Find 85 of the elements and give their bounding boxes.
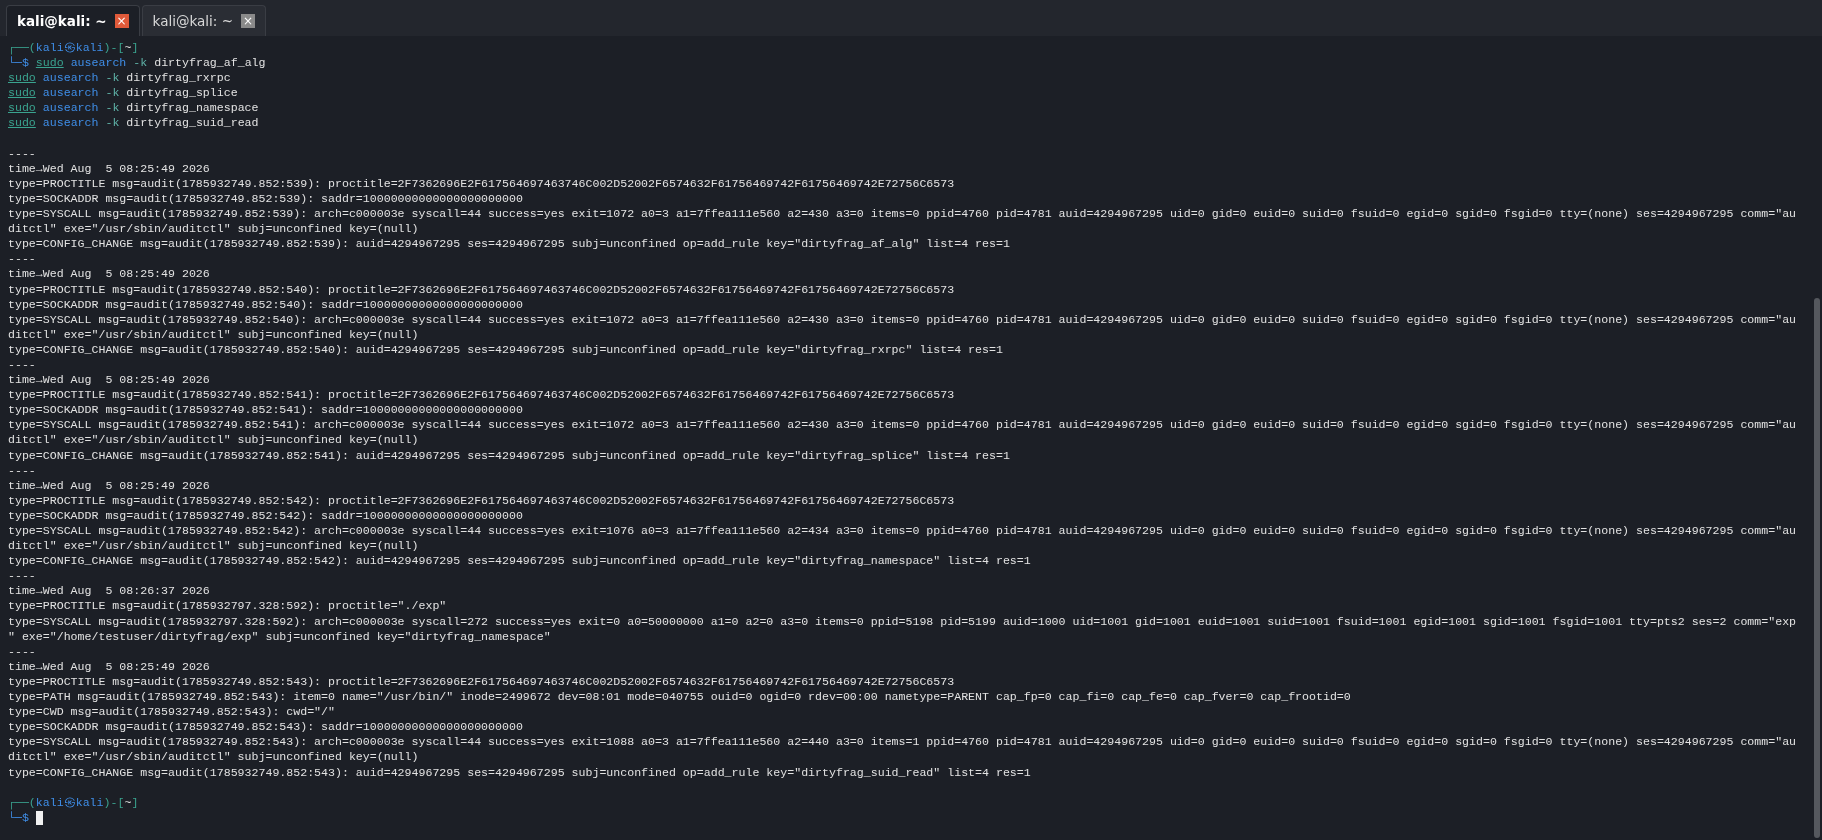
output-line: type=SOCKADDR msg=audit(1785932749.852:539): saddr=10000000000000000000000 xyxy=(8,190,524,207)
prompt-text: ] xyxy=(131,795,139,809)
separator-text: ---- xyxy=(8,356,37,373)
output-line: type=PROCTITLE msg=audit(1785932749.852:541): proctitle=2F7362696E2F617564697463746C002D52002F6574632F61756469742F61756469742E72756C6573 xyxy=(8,387,956,403)
scrollbar-thumb[interactable] xyxy=(1814,298,1820,838)
output-line: time→Wed Aug 5 08:25:49 2026 xyxy=(8,372,211,388)
output-line: time→Wed Aug 5 08:25:49 2026 xyxy=(8,477,211,493)
output-line: ditctl" exe="/usr/sbin/auditctl" subj=unconfined key=(null) xyxy=(8,326,420,342)
output-line: type=SYSCALL msg=audit(1785932749.852:542): arch=c000003e syscall=44 success=yes exit=1076 a0=3 a1=7ffea111e560 a2=434 a3=0 items=0 ppid=4760 pid=4781 auid=4294967295 uid=0 gid=0 euid=0 suid=0 fsuid=0 egid=0 sgid=0 fsgid=0 tty=(none) ses=4294967295 comm="au xyxy=(8,523,1798,539)
command-text: dirtyfrag_suid_read xyxy=(126,116,259,130)
output-line: type=CONFIG_CHANGE msg=audit(1785932749.852:539): auid=4294967295 ses=4294967295 subj=unconfined op=add_rule key="dirtyfrag_af_alg" list=4 res=1 xyxy=(8,236,1011,252)
prompt-text: ┌──( xyxy=(8,795,36,809)
command-text: -k xyxy=(105,101,120,115)
prompt-text: kali xyxy=(75,795,104,809)
output-line: time→Wed Aug 5 08:25:49 2026 xyxy=(8,658,211,674)
separator-text: ---- xyxy=(8,251,37,267)
output-line: type=CONFIG_CHANGE msg=audit(1785932749.852:543): auid=4294967295 ses=4294967295 subj=unconfined op=add_rule key="dirtyfrag_suid_read" list=4 res=1 xyxy=(8,764,1032,780)
command-text: -k xyxy=(105,116,120,130)
command-text: sudo xyxy=(35,56,64,70)
command-text: ausearch xyxy=(42,86,99,100)
prompt-text: kali xyxy=(75,41,104,54)
output-line: time→Wed Aug 5 08:26:37 2026 xyxy=(8,583,211,599)
tab-title[interactable]: kali@kali: ~ xyxy=(152,10,233,32)
command-text: sudo xyxy=(8,101,36,115)
command-text: ausearch xyxy=(70,56,127,70)
prompt-text: kali xyxy=(35,795,64,809)
output-line: type=SOCKADDR msg=audit(1785932749.852:541): saddr=10000000000000000000000 xyxy=(8,402,524,418)
command-text: -k xyxy=(105,71,120,85)
output-line: type=CONFIG_CHANGE msg=audit(1785932749.852:541): auid=4294967295 ses=4294967295 subj=unconfined op=add_rule key="dirtyfrag_splice" list=4 res=1 xyxy=(8,447,1011,463)
prompt-text: ~ xyxy=(124,41,132,54)
output-line: type=PROCTITLE msg=audit(1785932797.328:592): proctitle="./exp" xyxy=(8,598,448,614)
prompt-text: kali xyxy=(35,41,64,54)
text-cursor xyxy=(35,810,43,825)
output-line: ditctl" exe="/usr/sbin/auditctl" subj=unconfined key=(null) xyxy=(8,749,420,765)
close-tab-button[interactable]: × xyxy=(114,14,129,28)
output-line: type=CONFIG_CHANGE msg=audit(1785932749.852:542): auid=4294967295 ses=4294967295 subj=unconfined op=add_rule key="dirtyfrag_namespace" list=4 res=1 xyxy=(8,553,1032,569)
output-line: type=SOCKADDR msg=audit(1785932749.852:543): saddr=10000000000000000000000 xyxy=(8,719,524,735)
output-line: ditctl" exe="/usr/sbin/auditctl" subj=unconfined key=(null) xyxy=(8,432,420,448)
command-text: sudo xyxy=(8,86,36,100)
terminal-tab[interactable]: kali@kali: ~ × xyxy=(141,5,266,36)
prompt-text: ㉿ xyxy=(63,41,76,54)
output-line: type=SYSCALL msg=audit(1785932749.852:543): arch=c000003e syscall=44 success=yes exit=1088 a0=3 a1=7ffea111e560 a2=440 a3=0 items=1 ppid=4760 pid=4781 auid=4294967295 uid=0 gid=0 euid=0 suid=0 fsuid=0 egid=0 sgid=0 fsgid=0 tty=(none) ses=4294967295 comm="au xyxy=(8,734,1798,750)
command-text: dirtyfrag_splice xyxy=(126,86,238,100)
prompt-text: ㉿ xyxy=(63,795,76,809)
command-text: ausearch xyxy=(42,71,99,85)
command-text: ausearch xyxy=(42,101,99,115)
output-line: " exe="/home/testuser/dirtyfrag/exp" subj=unconfined key="dirtyfrag_namespace" xyxy=(8,628,552,644)
output-line: type=CWD msg=audit(1785932749.852:543): cwd="/" xyxy=(8,704,336,720)
output-line: type=PROCTITLE msg=audit(1785932749.852:543): proctitle=2F7362696E2F617564697463746C002D52002F6574632F61756469742F61756469742E72756C6573 xyxy=(8,673,956,690)
prompt-text: ] xyxy=(131,41,139,54)
separator-text: ---- xyxy=(8,568,37,584)
output-line: time→Wed Aug 5 08:25:49 2026 xyxy=(8,266,211,282)
terminal-tab[interactable]: kali@kali: ~ × xyxy=(6,5,140,36)
output-line: type=SYSCALL msg=audit(1785932797.328:592): arch=c000003e syscall=272 success=yes exit=0 a0=50000000 a1=0 a2=0 a3=0 items=0 ppid=5198 pid=5199 auid=1000 uid=1001 gid=1001 euid=1001 suid=1001 fsuid=1001 egid=1001 sgid=1001 fsgid=1001 tty=pts2 ses=2 comm="exp xyxy=(8,613,1798,629)
prompt-symbol: └─$ xyxy=(8,810,29,824)
output-line: type=SYSCALL msg=audit(1785932749.852:540): arch=c000003e syscall=44 success=yes exit=1072 a0=3 a1=7ffea111e560 a2=430 a3=0 items=0 ppid=4760 pid=4781 auid=4294967295 uid=0 gid=0 euid=0 suid=0 fsuid=0 egid=0 sgid=0 fsgid=0 tty=(none) ses=4294967295 comm="au xyxy=(8,311,1798,327)
prompt-text: ┌──( xyxy=(8,41,36,54)
output-line: type=PROCTITLE msg=audit(1785932749.852:540): proctitle=2F7362696E2F617564697463746C002D52002F6574632F61756469742F61756469742E72756C6573 xyxy=(8,281,956,297)
command-text: sudo xyxy=(8,116,36,130)
output-line: type=PROCTITLE msg=audit(1785932749.852:542): proctitle=2F7362696E2F617564697463746C002D52002F6574632F61756469742F61756469742E72756C6573 xyxy=(8,492,956,508)
command-text: dirtyfrag_namespace xyxy=(126,101,259,115)
command-text: dirtyfrag_rxrpc xyxy=(126,71,231,85)
command-text: sudo xyxy=(8,71,36,85)
prompt-text: )-[ xyxy=(103,795,125,809)
output-line: type=SYSCALL msg=audit(1785932749.852:539): arch=c000003e syscall=44 success=yes exit=1072 a0=3 a1=7ffea111e560 a2=430 a3=0 items=0 ppid=4760 pid=4781 auid=4294967295 uid=0 gid=0 euid=0 suid=0 fsuid=0 egid=0 sgid=0 fsgid=0 tty=(none) ses=4294967295 comm="au xyxy=(8,206,1798,222)
separator-text: ---- xyxy=(8,462,37,478)
output-line: type=SYSCALL msg=audit(1785932749.852:541): arch=c000003e syscall=44 success=yes exit=1072 a0=3 a1=7ffea111e560 a2=430 a3=0 items=0 ppid=4760 pid=4781 auid=4294967295 uid=0 gid=0 euid=0 suid=0 fsuid=0 egid=0 sgid=0 fsgid=0 tty=(none) ses=4294967295 comm="au xyxy=(8,417,1798,433)
command-text: -k xyxy=(105,86,120,100)
output-line: type=SOCKADDR msg=audit(1785932749.852:540): saddr=10000000000000000000000 xyxy=(8,296,524,312)
output-line: type=PATH msg=audit(1785932749.852:543): item=0 name="/usr/bin/" inode=2499672 dev=08:01 mode=040755 ouid=0 ogid=0 rdev=00:00 nametype=PARENT cap_fp=0 cap_fi=0 cap_fe=0 cap_fver=0 cap_frootid=0 xyxy=(8,689,1352,705)
command-text: ausearch xyxy=(42,116,99,130)
output-line: time→Wed Aug 5 08:25:49 2026 xyxy=(8,160,211,176)
output-line: type=CONFIG_CHANGE msg=audit(1785932749.852:540): auid=4294967295 ses=4294967295 subj=unconfined op=add_rule key="dirtyfrag_rxrpc" list=4 res=1 xyxy=(8,341,1004,357)
output-line: ditctl" exe="/usr/sbin/auditctl" subj=unconfined key=(null) xyxy=(8,538,420,554)
prompt-text: )-[ xyxy=(103,41,125,54)
output-line: ditctl" exe="/usr/sbin/auditctl" subj=unconfined key=(null) xyxy=(8,221,420,237)
command-text: -k xyxy=(133,56,148,70)
separator-text: ---- xyxy=(8,145,37,161)
output-line: type=PROCTITLE msg=audit(1785932749.852:539): proctitle=2F7362696E2F617564697463746C002D52002F6574632F61756469742F61756469742E72756C6573 xyxy=(8,175,956,191)
prompt-text: ~ xyxy=(124,795,132,809)
tab-title[interactable]: kali@kali: ~ xyxy=(17,10,107,32)
prompt-symbol: └─$ xyxy=(8,56,29,70)
command-text: dirtyfrag_af_alg xyxy=(154,56,266,70)
separator-text: ---- xyxy=(8,643,37,659)
output-line: type=SOCKADDR msg=audit(1785932749.852:542): saddr=10000000000000000000000 xyxy=(8,507,524,523)
